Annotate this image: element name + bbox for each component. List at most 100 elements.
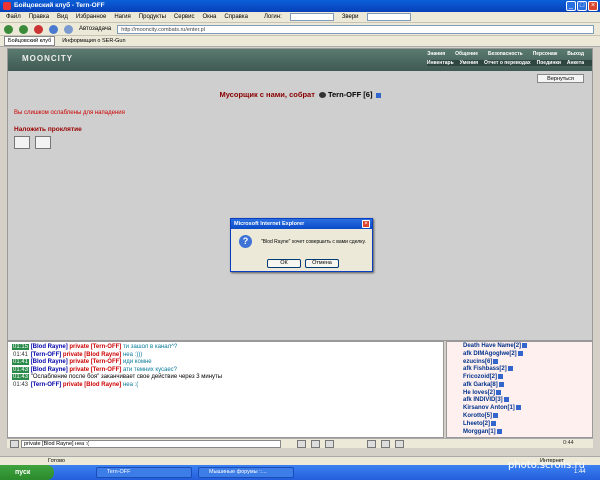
info-icon[interactable] [496, 389, 502, 395]
menu-help[interactable]: Справка [224, 14, 248, 20]
autofill-button[interactable]: Автозадача [79, 26, 111, 32]
cancel-button[interactable]: Отмена [305, 259, 339, 268]
user-item[interactable]: Kirsanov Anton[1] [463, 405, 589, 413]
user-item[interactable]: ezucins[6] [463, 358, 589, 367]
info-icon[interactable] [503, 397, 509, 403]
menu-products[interactable]: Продукты [139, 14, 166, 20]
menu-tools[interactable]: Сервис [174, 14, 195, 20]
chat-private[interactable]: private [Blod Rayne] [63, 382, 121, 388]
refresh-icon[interactable] [49, 24, 58, 34]
menu-favorites[interactable]: Избранное [76, 14, 106, 20]
user-item[interactable]: Fricozoid[2] [463, 374, 589, 382]
nav-knowledge[interactable]: Знания [427, 51, 445, 57]
heading-player[interactable]: Tern-OFF [328, 90, 361, 99]
user-name[interactable]: Death Have Name [463, 343, 514, 349]
user-item[interactable]: He loves[2] [463, 389, 589, 398]
user-name[interactable]: ezucins [463, 359, 485, 365]
nav-battles[interactable]: Поединки [537, 60, 561, 66]
menu-windows[interactable]: Окна [202, 14, 216, 20]
minimize-button[interactable]: _ [566, 1, 576, 11]
user-item[interactable]: afk INDIVID[3] [463, 397, 589, 405]
user-item[interactable]: Morggan[1] [463, 428, 589, 437]
home-icon[interactable] [64, 24, 73, 34]
info-icon[interactable] [515, 405, 521, 411]
chat-private[interactable]: private [Blod Rayne] [63, 352, 121, 358]
info-icon[interactable] [498, 374, 504, 380]
menu-file[interactable]: Файл [6, 14, 21, 20]
nav-exit[interactable]: Выход [567, 51, 584, 57]
back-icon[interactable] [4, 24, 13, 34]
close-icon[interactable]: × [362, 220, 370, 228]
nav-security[interactable]: Безопасность [488, 51, 523, 57]
info-icon[interactable] [496, 428, 502, 434]
user-item[interactable]: afk Fishbass[2] [463, 366, 589, 374]
favorite-item[interactable]: Бойцовский клуб [4, 36, 56, 46]
return-button[interactable]: Вернуться [537, 74, 584, 83]
user-name[interactable]: afk Garka [463, 382, 490, 388]
chat-private[interactable]: private [Tern-OFF] [69, 359, 121, 365]
forward-icon[interactable] [19, 24, 28, 34]
user-name[interactable]: Fricozoid [463, 374, 490, 380]
info-icon[interactable] [507, 366, 513, 372]
menu-edit[interactable]: Правка [29, 14, 49, 20]
filter-button[interactable] [367, 440, 376, 448]
nav-profile[interactable]: Анкета [567, 60, 584, 66]
chat-input[interactable]: private [Blod Rayne] неа :( [21, 440, 281, 448]
info-icon[interactable] [522, 343, 528, 348]
curse-spell-icon[interactable] [14, 136, 30, 149]
address-bar[interactable]: http://mooncity.combats.ru/enter.pl [117, 24, 594, 34]
user-name[interactable]: Kirsanov Anton [463, 405, 507, 411]
chat-nick[interactable]: [Tern-OFF] [31, 352, 62, 358]
user-item[interactable]: Korotto[5] [463, 413, 589, 421]
nav-transfers[interactable]: Отчет о переводах [484, 60, 531, 66]
nav-communication[interactable]: Общение [455, 51, 478, 57]
smiles-button[interactable] [325, 440, 334, 448]
nav-skills[interactable]: Умения [460, 60, 478, 66]
curse-spell-icon-2[interactable] [35, 136, 51, 149]
user-item[interactable]: Death Have Name[2] [463, 343, 589, 351]
start-button[interactable]: пуск [0, 465, 54, 480]
send-button[interactable] [297, 440, 306, 448]
nav-character[interactable]: Персонаж [533, 51, 558, 57]
chat-line: 01:15 [Blod Rayne] private [Tern-OFF] ти… [12, 344, 439, 352]
login-input[interactable] [289, 13, 334, 21]
beasts-input[interactable] [366, 13, 411, 21]
close-button[interactable]: × [588, 1, 598, 11]
chat-private[interactable]: private [Tern-OFF] [69, 367, 121, 373]
user-item[interactable]: afk Garka[8] [463, 381, 589, 390]
user-item[interactable]: Lheeto[2] [463, 420, 589, 429]
info-icon[interactable] [493, 413, 499, 419]
nav-inventory[interactable]: Инвентарь [427, 60, 454, 66]
user-name[interactable]: Morggan [463, 429, 488, 435]
taskbar-item[interactable]: Tern-OFF [96, 467, 192, 478]
chat-time: 01:41 [12, 359, 30, 366]
info-icon[interactable] [491, 420, 497, 426]
settings-icon[interactable] [10, 440, 19, 448]
user-name[interactable]: He loves [463, 390, 488, 396]
user-name[interactable]: Lheeto [463, 421, 483, 427]
maximize-button[interactable]: □ [577, 1, 587, 11]
stop-icon[interactable] [34, 24, 43, 34]
info-icon[interactable] [498, 381, 504, 387]
chat-private[interactable]: private [Tern-OFF] [69, 344, 121, 350]
info-icon[interactable] [493, 358, 499, 364]
ok-button[interactable]: ОК [267, 259, 301, 268]
menu-view[interactable]: Вид [57, 14, 68, 20]
info-icon[interactable] [517, 350, 523, 356]
refresh-chat-button[interactable] [395, 440, 404, 448]
user-name[interactable]: afk Fishbass [463, 366, 499, 372]
taskbar-item[interactable]: Мышиные форумы ::... [198, 467, 294, 478]
user-name[interactable]: afk DIMAgoglwe [463, 351, 509, 357]
clear-button[interactable] [311, 440, 320, 448]
user-name[interactable]: afk INDIVID [463, 398, 495, 404]
translit-button[interactable] [381, 440, 390, 448]
user-item[interactable]: afk DIMAgoglwe[2] [463, 350, 589, 359]
user-name[interactable]: Korotto [463, 413, 485, 419]
favorite-item[interactable]: Информация о SER-Gun [59, 37, 128, 45]
chat-nick[interactable]: [Blod Rayne] [31, 359, 68, 365]
menu-nagia[interactable]: Нагия [114, 14, 130, 20]
info-icon[interactable] [375, 92, 381, 98]
chat-nick[interactable]: [Blod Rayne] [31, 367, 68, 373]
chat-nick[interactable]: [Blod Rayne] [31, 344, 68, 350]
chat-nick[interactable]: [Tern-OFF] [31, 382, 62, 388]
